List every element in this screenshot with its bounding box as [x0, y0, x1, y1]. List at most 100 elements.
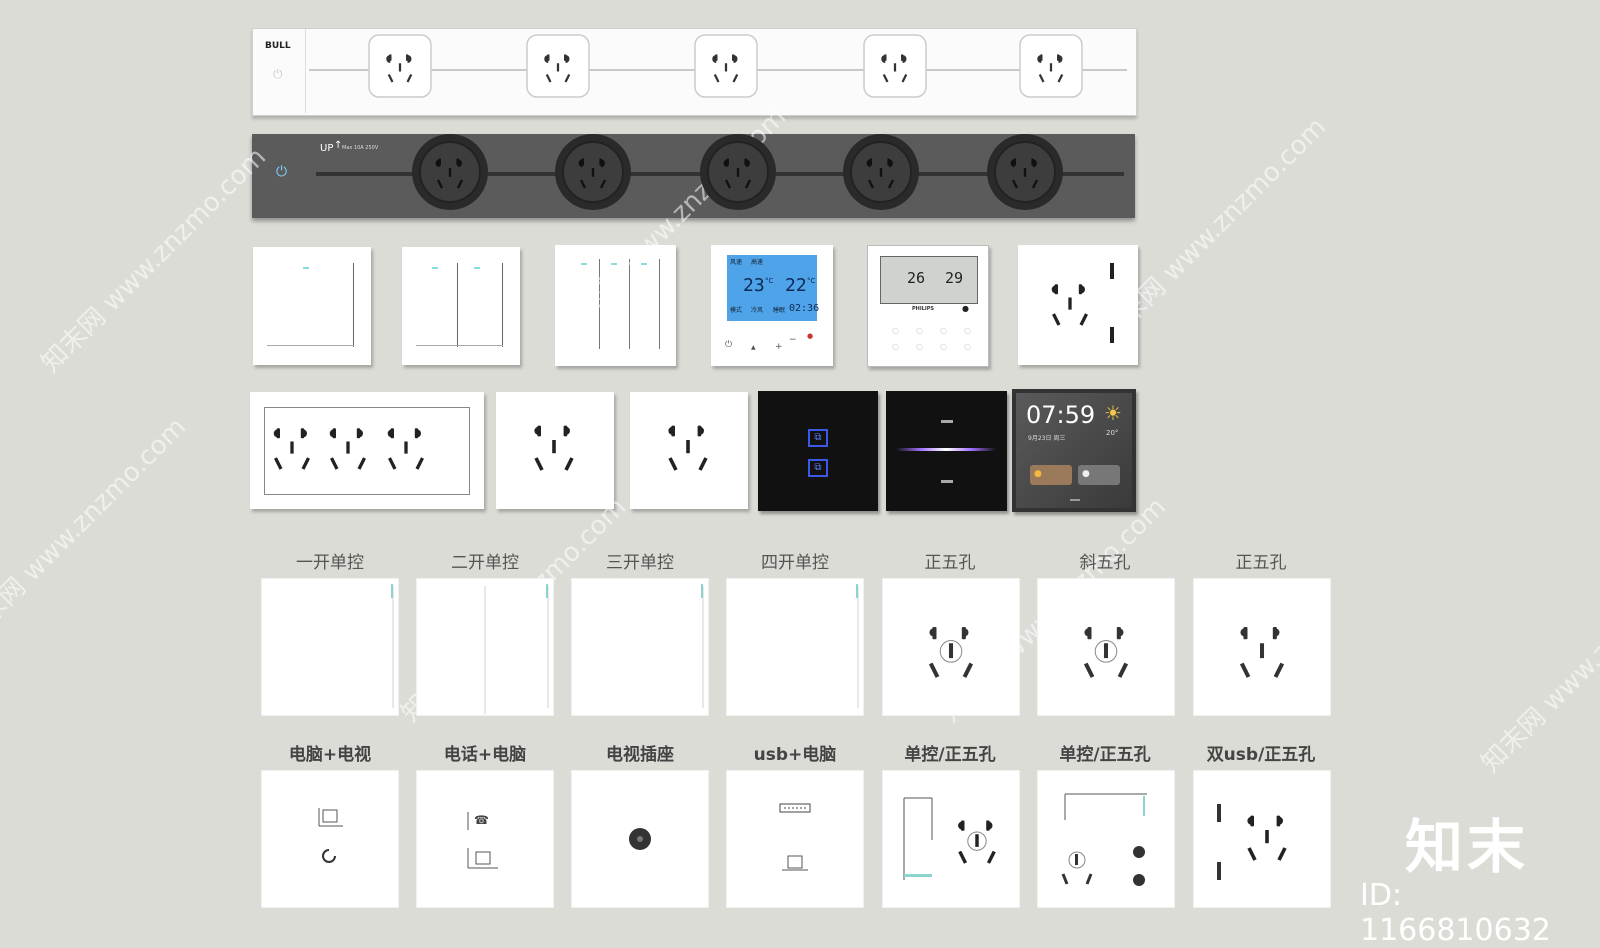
- strip-socket[interactable]: [862, 33, 930, 101]
- power-icon[interactable]: ⏻: [276, 164, 287, 180]
- socket-glyph[interactable]: [318, 395, 378, 505]
- socket-glyph[interactable]: [496, 392, 614, 509]
- round-socket[interactable]: [553, 132, 633, 212]
- thermostat-blue[interactable]: 风速 高速 23 °C 22 °C 模式 冷风 睡眠 02:36 ⏻ ▲ + −…: [711, 245, 833, 366]
- socket-ground-hole: [346, 441, 350, 454]
- button-icon[interactable]: ○: [964, 342, 971, 351]
- temp-unit: °C: [807, 277, 816, 285]
- strip-socket[interactable]: [1018, 33, 1086, 101]
- button-icon[interactable]: ○: [916, 342, 923, 351]
- socket-pin-hole: [726, 158, 729, 166]
- socket-ground-hole: [556, 63, 560, 72]
- button-icon[interactable]: ○: [916, 326, 923, 335]
- brand-label: PHILIPS: [912, 306, 935, 312]
- socket-slant-hole: [301, 457, 310, 470]
- socket-pin-hole: [1081, 285, 1085, 294]
- round-socket[interactable]: [841, 132, 921, 212]
- three-gang-switch[interactable]: [555, 245, 676, 366]
- socket-slant-hole: [564, 457, 574, 471]
- switch-socket-combo[interactable]: [882, 770, 1020, 908]
- one-gang-switch[interactable]: [261, 578, 399, 716]
- smart-screen-panel[interactable]: 07:59 ☀ 9月23日 周三 20° ● ●: [1012, 389, 1136, 512]
- four-gang-switch[interactable]: [726, 578, 864, 716]
- strip-socket[interactable]: [367, 33, 435, 101]
- sleep-label: 睡眠: [773, 307, 786, 314]
- set-temp: 29: [945, 269, 964, 287]
- tile-face: [1193, 770, 1331, 908]
- indicator-light: [303, 267, 309, 269]
- indicator-light: [546, 584, 548, 598]
- scene-button[interactable]: ●: [1030, 465, 1072, 485]
- three-gang-switch[interactable]: [571, 578, 709, 716]
- power-icon[interactable]: ⏻: [725, 340, 732, 350]
- button-icon[interactable]: ○: [892, 342, 899, 351]
- scene-button[interactable]: ●: [1078, 465, 1120, 485]
- minus-icon[interactable]: −: [789, 335, 797, 345]
- strip-socket[interactable]: [693, 33, 761, 101]
- tile-label: usb+电脑: [753, 745, 837, 765]
- socket-pin-hole: [438, 158, 441, 166]
- tv-socket[interactable]: [571, 770, 709, 908]
- socket-slant-hole: [668, 457, 678, 471]
- room-temp: 23: [743, 275, 765, 296]
- usb-port-icon: [1217, 804, 1221, 822]
- button-icon[interactable]: ○: [940, 342, 947, 351]
- five-hole-socket[interactable]: [882, 578, 1020, 716]
- tile-label: 电话+电脑: [443, 745, 527, 765]
- socket-glyph[interactable]: [262, 395, 322, 505]
- socket-pin-hole: [700, 426, 704, 435]
- usb-computer-socket[interactable]: [726, 770, 864, 908]
- fan-label: 风速: [730, 259, 743, 266]
- socket-pin-hole: [390, 428, 394, 439]
- power-icon[interactable]: ⏻: [273, 67, 283, 82]
- socket-pin-hole: [566, 426, 570, 435]
- one-gang-switch[interactable]: [253, 247, 371, 365]
- button-icon[interactable]: ○: [892, 326, 899, 335]
- round-socket[interactable]: [985, 132, 1065, 212]
- strip-socket[interactable]: [525, 33, 593, 101]
- clock-display: 02:36: [789, 303, 820, 314]
- button-grid[interactable]: ○ ○ ○ ○ ○ ○ ○ ○: [888, 324, 971, 354]
- dual-usb-socket[interactable]: [1193, 770, 1331, 908]
- button-icon[interactable]: ○: [964, 326, 971, 335]
- socket-pin-hole: [884, 54, 887, 61]
- triangle-up-icon[interactable]: ▲: [751, 344, 756, 351]
- date-display: 9月23日 周三: [1028, 435, 1066, 442]
- switch-bottom-line: [416, 345, 503, 346]
- five-hole-socket[interactable]: [1193, 578, 1331, 716]
- indicator-light: [701, 584, 703, 598]
- five-hole-socket-glyph[interactable]: [1018, 245, 1138, 365]
- switch-socket-combo-horizontal[interactable]: [1037, 770, 1175, 908]
- tile-label: 二开单控: [451, 553, 519, 573]
- button-icon[interactable]: ○: [940, 326, 947, 335]
- switch-edge: [353, 263, 354, 347]
- sun-icon: ☀: [1104, 401, 1122, 425]
- thermostat-lcd[interactable]: 26 29 PHILIPS ● ○ ○ ○ ○ ○ ○ ○ ○: [867, 245, 989, 367]
- switch-bottom-line: [267, 345, 354, 346]
- tile-face: [882, 770, 1020, 908]
- touch-button-icon[interactable]: ⧉: [808, 429, 828, 447]
- side-slot: [1110, 263, 1114, 279]
- glass-dual-switch[interactable]: [886, 391, 1007, 511]
- touch-button-icon[interactable]: ⧉: [808, 459, 828, 477]
- computer-tv-socket[interactable]: [261, 770, 399, 908]
- socket-glyph[interactable]: [376, 395, 436, 505]
- round-socket[interactable]: [410, 132, 490, 212]
- glass-touch-switch[interactable]: ⧉ ⧉: [758, 391, 878, 511]
- two-gang-switch[interactable]: [416, 578, 554, 716]
- indicator-light: [941, 420, 953, 423]
- plus-icon[interactable]: +: [775, 342, 783, 352]
- knob-icon[interactable]: ●: [962, 304, 969, 313]
- scene-icon: ●: [1034, 469, 1042, 479]
- two-gang-switch[interactable]: [402, 247, 520, 365]
- socket-glyph[interactable]: [630, 392, 748, 509]
- watermark: 知末网 www.znzmo.com: [0, 412, 193, 649]
- indicator-light: [904, 874, 932, 877]
- socket-pin-hole: [276, 428, 280, 439]
- tile-label: 双usb/正五孔: [1206, 745, 1316, 765]
- socket-ground-hole: [552, 440, 556, 454]
- phone-computer-socket[interactable]: ☎: [416, 770, 554, 908]
- round-socket[interactable]: [698, 132, 778, 212]
- slanted-five-hole-socket[interactable]: [1037, 578, 1175, 716]
- tile-face: [1037, 770, 1175, 908]
